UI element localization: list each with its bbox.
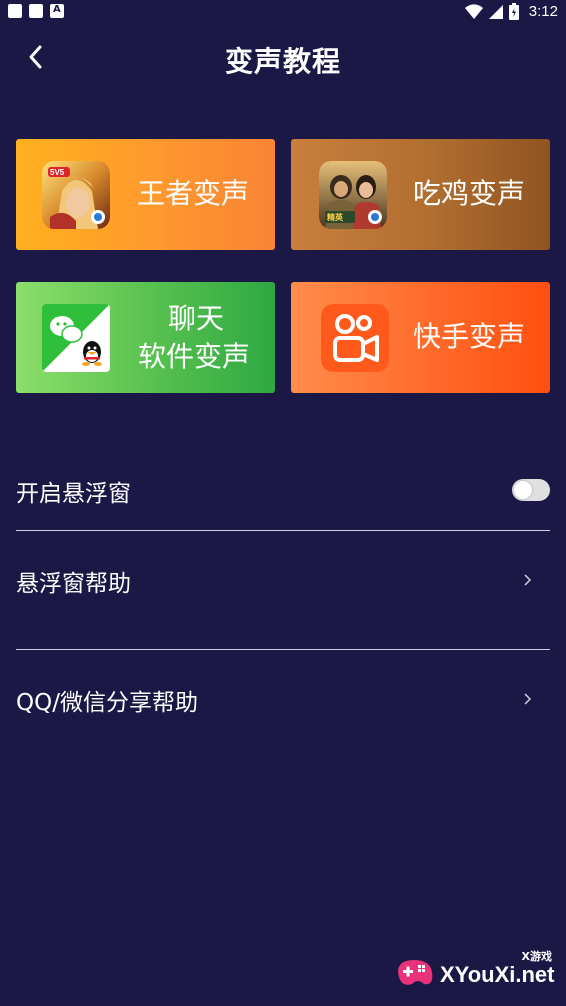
status-bar: 3:12 [0,0,566,24]
status-notifications [8,4,64,18]
status-system: 3:12 [464,3,558,20]
share-help-row[interactable]: QQ/微信分享帮助 [16,683,550,717]
cell-signal-icon [488,4,503,19]
floating-window-help-label: 悬浮窗帮助 [16,571,131,597]
divider [16,649,550,650]
divider [16,530,550,531]
card-label: 快手变声 [413,320,526,353]
toggle-knob [514,481,532,499]
floating-window-label: 开启悬浮窗 [16,481,131,507]
app-header: 变声教程 [0,24,566,90]
battery-icon [508,3,519,20]
card-label-line1: 聊天 [168,302,225,335]
floating-window-toggle[interactable] [512,479,550,501]
svg-text:精英: 精英 [327,212,344,222]
chevron-right-icon [524,574,532,586]
card-chat-software-voice[interactable]: 聊天 软件变声 [16,282,275,393]
notification-square-icon [29,4,43,18]
card-kuaishou-voice[interactable]: 快手变声 [291,282,550,393]
card-wangzhe-voice[interactable]: 5V5 王者变声 [16,139,275,250]
svg-text:5V5: 5V5 [50,168,65,177]
floating-window-row[interactable]: 开启悬浮窗 [16,474,550,508]
pubg-game-icon: 精英 [319,161,387,229]
chevron-right-icon [524,693,532,705]
card-label: 王者变声 [137,177,250,210]
page-title: 变声教程 [224,45,341,78]
gamepad-logo-icon [398,960,433,985]
share-help-label: QQ/微信分享帮助 [16,690,198,716]
notification-a-icon [50,4,64,18]
watermark: X游戏 XYouXi.net [394,948,560,1000]
wifi-icon [464,3,483,19]
floating-window-help-row[interactable]: 悬浮窗帮助 [16,564,550,598]
card-label-line2: 软件变声 [138,340,251,373]
notification-square-icon [8,4,22,18]
honor-of-kings-game-icon: 5V5 [42,161,110,229]
watermark-text: XYouXi.net [440,962,555,987]
wechat-qq-icon [42,304,110,372]
card-chiji-voice[interactable]: 精英 吃鸡变声 [291,139,550,250]
status-time: 3:12 [528,3,558,20]
kuaishou-icon [321,304,389,372]
card-label: 吃鸡变声 [413,177,526,210]
